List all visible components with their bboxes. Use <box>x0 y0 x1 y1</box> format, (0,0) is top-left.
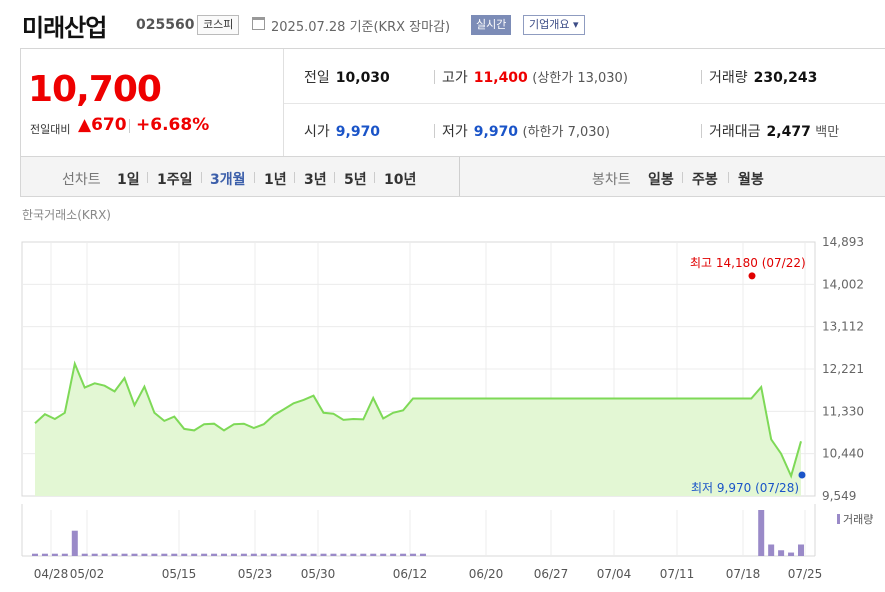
volume-bar <box>61 553 68 556</box>
volume-bar <box>778 550 785 556</box>
volume-bar <box>201 553 208 556</box>
volume-bar <box>161 553 168 556</box>
volume-bar <box>419 553 426 556</box>
volume-bar <box>211 553 218 556</box>
volume-bar <box>101 553 108 556</box>
volume-bar <box>181 553 188 556</box>
volume-bar <box>32 553 38 556</box>
y-tick-label: 11,330 <box>822 404 864 418</box>
volume-bar <box>121 553 128 556</box>
volume-bar <box>171 553 178 556</box>
volume-bar <box>280 553 287 556</box>
x-tick-label: 05/23 <box>238 567 273 581</box>
volume-bar <box>151 553 158 556</box>
y-tick-label: 10,440 <box>822 447 864 461</box>
volume-bar <box>250 553 257 556</box>
x-tick-label: 07/04 <box>597 567 632 581</box>
volume-bar <box>768 544 775 556</box>
x-tick-label: 05/15 <box>162 567 197 581</box>
min-price-label: 최저 9,970 (07/28) <box>691 481 799 495</box>
volume-bar <box>91 553 98 556</box>
x-tick-label: 06/20 <box>469 567 504 581</box>
volume-bar <box>240 553 247 556</box>
x-tick-label: 04/28 <box>34 567 69 581</box>
y-tick-label: 14,893 <box>822 235 864 249</box>
y-tick-label: 9,549 <box>822 489 856 503</box>
x-tick-label: 07/11 <box>660 567 695 581</box>
volume-bar <box>300 553 307 556</box>
max-price-marker <box>748 272 756 280</box>
volume-bar <box>270 553 277 556</box>
volume-bar <box>191 553 198 556</box>
x-tick-label: 05/30 <box>301 567 336 581</box>
volume-bar <box>798 544 804 556</box>
y-tick-label: 13,112 <box>822 320 864 334</box>
volume-legend-swatch <box>837 514 840 524</box>
volume-bar <box>81 553 88 556</box>
volume-bar <box>41 553 48 556</box>
volume-bar <box>400 553 407 556</box>
y-tick-label: 12,221 <box>822 362 864 376</box>
volume-bar <box>370 553 377 556</box>
volume-bar <box>230 553 237 556</box>
x-tick-label: 06/12 <box>393 567 428 581</box>
volume-bar <box>111 553 118 556</box>
x-tick-label: 07/25 <box>788 567 823 581</box>
volume-bar <box>410 553 417 556</box>
volume-bar <box>788 552 795 556</box>
volume-bar <box>758 510 765 556</box>
volume-bar <box>310 553 317 556</box>
volume-bar <box>340 553 347 556</box>
y-tick-label: 14,002 <box>822 277 864 291</box>
volume-bar <box>360 553 367 556</box>
volume-legend-label: 거래량 <box>843 513 873 526</box>
volume-bar <box>51 553 58 556</box>
max-price-label: 최고 14,180 (07/22) <box>690 256 806 270</box>
x-tick-label: 05/02 <box>70 567 105 581</box>
volume-bar <box>380 553 387 556</box>
min-price-marker <box>798 471 806 479</box>
price-chart: 14,893 14,002 13,112 12,221 11,330 10,440 9,54… <box>21 235 873 581</box>
volume-bar <box>260 553 267 556</box>
price-area <box>35 363 801 496</box>
volume-bar <box>71 530 78 556</box>
volume-bar <box>320 553 327 556</box>
x-tick-label: 07/18 <box>726 567 761 581</box>
volume-bar <box>221 553 228 556</box>
volume-bar <box>390 553 397 556</box>
volume-bar <box>131 553 138 556</box>
volume-bar <box>330 553 337 556</box>
volume-bar <box>141 553 148 556</box>
x-tick-label: 06/27 <box>534 567 569 581</box>
volume-bar <box>350 553 357 556</box>
volume-bar <box>290 553 297 556</box>
